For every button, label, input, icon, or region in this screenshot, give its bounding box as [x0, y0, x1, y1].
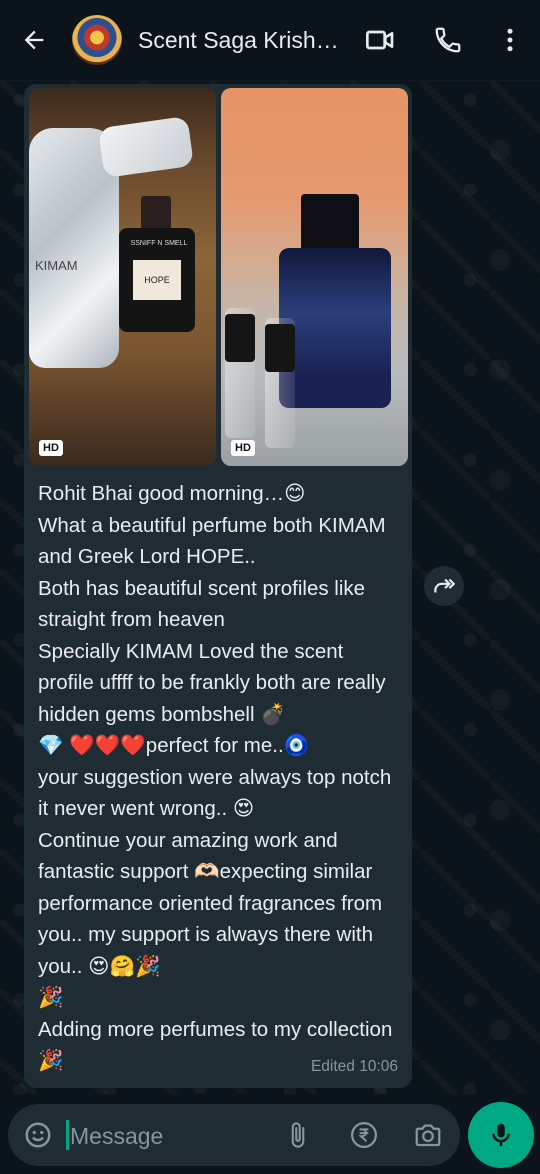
contact-avatar[interactable] [72, 15, 122, 65]
bubble-wrap-package-2 [97, 115, 195, 179]
bag-handwriting: KIMAM [35, 258, 78, 273]
attach-icon[interactable] [282, 1119, 314, 1151]
bottle-cap [301, 194, 359, 252]
phone-icon[interactable] [432, 24, 464, 56]
message-input[interactable] [68, 1116, 272, 1156]
perfume-bottle-blue [279, 248, 391, 408]
back-arrow-icon[interactable] [20, 26, 48, 54]
perfume-photo-1[interactable]: KIMAM SSNIFF N SMELL HOPE HD [29, 88, 216, 466]
perfume-photo-2[interactable]: HD [221, 88, 408, 466]
hd-badge: HD [39, 440, 63, 456]
message-meta: Edited 10:06 [311, 1058, 398, 1076]
hd-badge: HD [231, 440, 255, 456]
camera-icon[interactable] [412, 1119, 444, 1151]
sticker-icon[interactable] [22, 1119, 54, 1151]
forward-icon[interactable] [424, 566, 464, 606]
message-text: Rohit Bhai good morning…😊 What a beautif… [38, 482, 393, 1072]
message-bubble[interactable]: KIMAM SSNIFF N SMELL HOPE HD HD Rohit Bh… [24, 84, 412, 1088]
bottle-cap [141, 196, 171, 232]
bottle-label: HOPE [133, 260, 181, 300]
vial-cap [265, 324, 295, 372]
edited-label: Edited [310, 1058, 355, 1075]
contact-name[interactable]: Scent Saga Krish… [138, 27, 344, 54]
message-composer [8, 1104, 460, 1166]
rupee-payment-icon[interactable] [348, 1119, 380, 1151]
chat-header: Scent Saga Krish… [0, 0, 540, 81]
message-time: 10:06 [359, 1058, 398, 1075]
bottle-brand: SSNIFF N SMELL [130, 240, 188, 247]
mic-icon[interactable] [468, 1102, 534, 1168]
video-call-icon[interactable] [364, 24, 396, 56]
more-vert-icon[interactable] [494, 24, 526, 56]
vial-cap [225, 314, 255, 362]
